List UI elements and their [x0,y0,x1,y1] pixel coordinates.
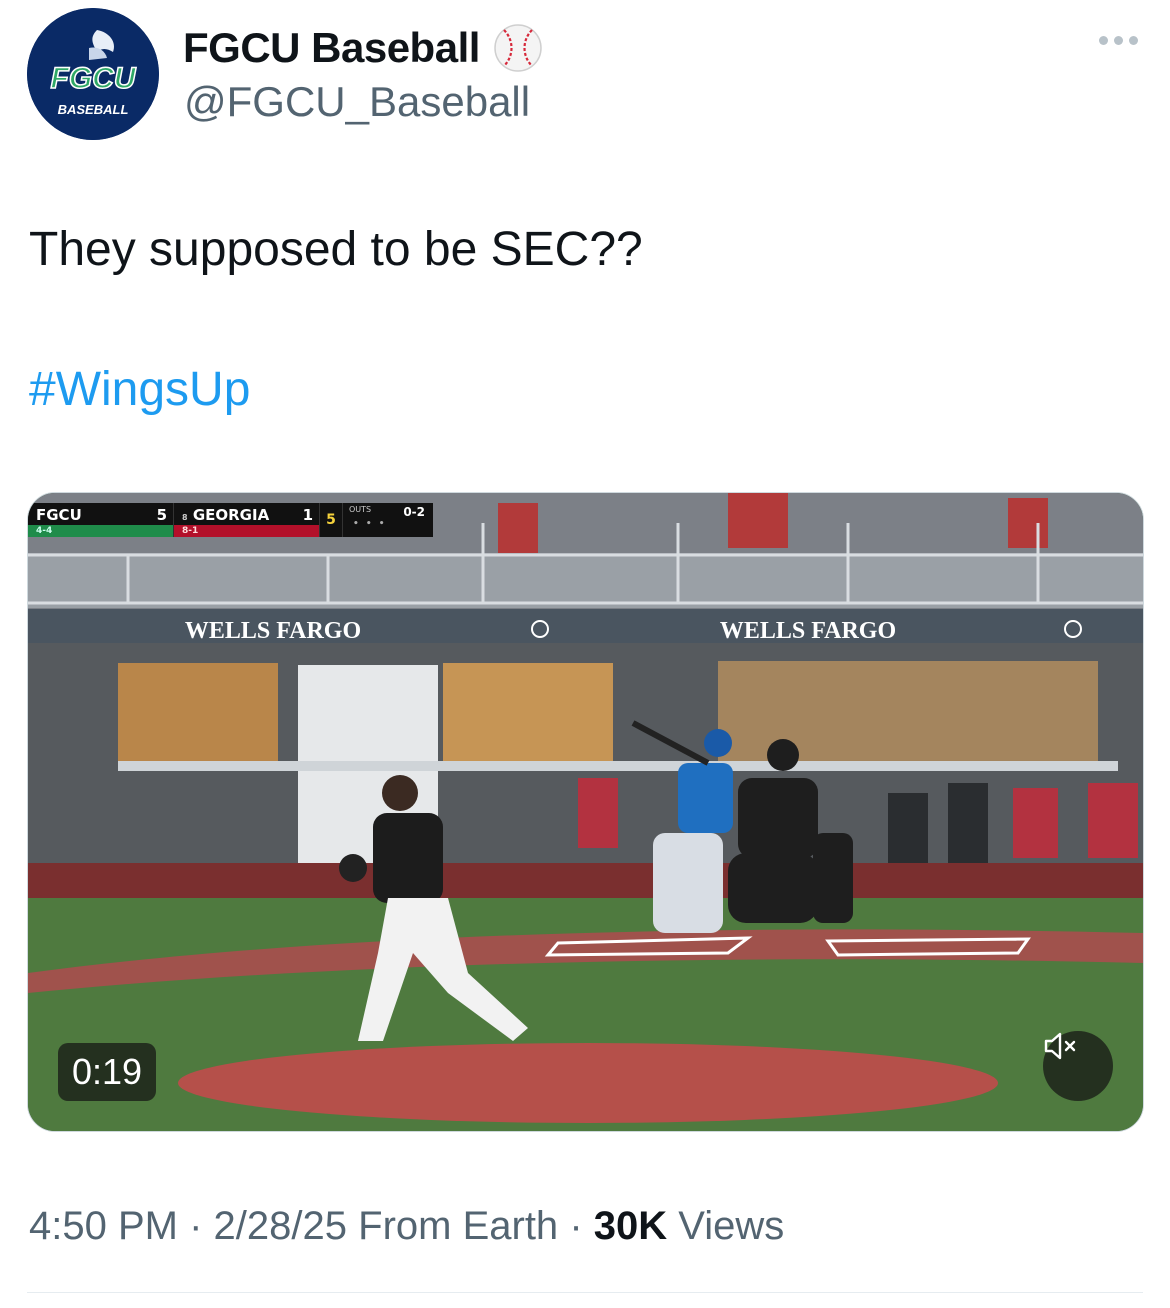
more-dot-icon [1114,36,1123,45]
count-panel: OUTS 0-2 • • • [342,503,433,537]
display-name[interactable]: FGCU Baseball [183,24,480,72]
outs-label: OUTS [349,505,372,514]
divider [27,1292,1143,1293]
tweet-meta: 4:50 PM · 2/28/25 From Earth · 30K Views [29,1204,784,1249]
video-frame: WELLS FARGO WELLS FARGO [28,493,1143,1131]
views-count: 30K [593,1204,668,1248]
video-timer: 0:19 [58,1043,157,1101]
banner-text-right: WELLS FARGO [720,618,896,644]
pitch-count: 0-2 [403,505,425,519]
hashtag-link[interactable]: #WingsUp [29,360,250,420]
outs-dots: • • • [353,519,387,529]
tweet-source: From Earth [358,1204,559,1248]
more-options-button[interactable] [1099,36,1138,45]
home-team-rank: 8 [182,513,188,522]
avatar[interactable]: FGCU BASEBALL [27,8,159,140]
away-team-score: 5 [156,506,167,524]
account-handle[interactable]: @FGCU_Baseball [184,78,530,126]
home-team-record: 8-1 [174,525,319,537]
banner-text-left: WELLS FARGO [185,618,361,644]
more-dot-icon [1129,36,1138,45]
display-name-row[interactable]: FGCU Baseball [183,22,544,74]
fgcu-logo-icon: FGCU BASEBALL [27,8,159,140]
mute-button[interactable] [1043,1031,1113,1101]
tweet-time[interactable]: 4:50 PM [29,1204,178,1248]
meta-separator: · [189,1204,203,1248]
home-team-score: 1 [302,506,313,524]
video-player[interactable]: WELLS FARGO WELLS FARGO FGCU 5 4-4 8 GEO… [27,492,1144,1132]
scorebug-home: 8 GEORGIA 1 8-1 [173,503,319,537]
avatar-logo-subtext: BASEBALL [58,102,129,117]
away-team-record: 4-4 [28,525,173,537]
tweet-text: They supposed to be SEC?? [29,223,643,276]
scorebug: FGCU 5 4-4 8 GEORGIA 1 8-1 5 OUTS 0-2 • … [28,503,433,537]
avatar-logo-text: FGCU [51,62,137,95]
inning-indicator: 5 [319,503,342,537]
baseball-icon [492,22,544,74]
tweet-date[interactable]: 2/28/25 [214,1204,347,1248]
views-label: Views [678,1204,785,1248]
scorebug-away: FGCU 5 4-4 [28,503,173,537]
speaker-muted-icon [1044,1032,1076,1060]
meta-separator: · [569,1204,583,1248]
more-dot-icon [1099,36,1108,45]
home-team-name: GEORGIA [192,506,270,524]
away-team-name: FGCU [36,506,82,524]
